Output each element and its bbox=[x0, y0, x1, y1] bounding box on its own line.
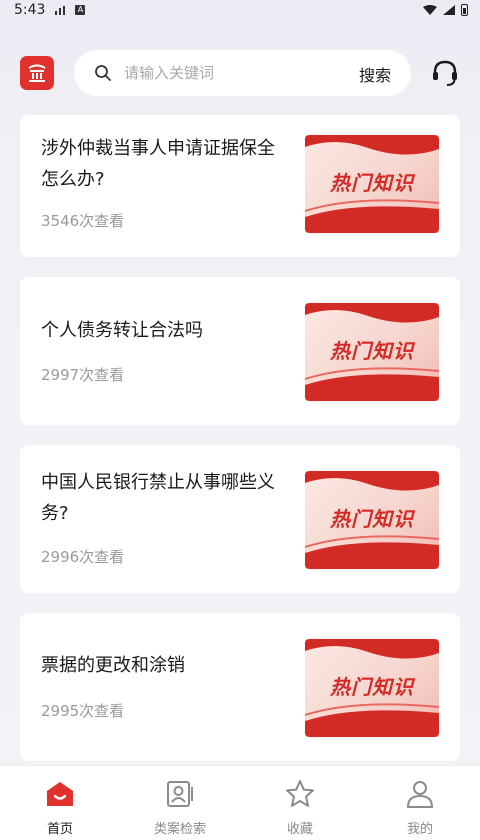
article-thumbnail: 热门知识 bbox=[305, 471, 439, 569]
article-views: 2996次查看 bbox=[41, 548, 125, 566]
notification-a-icon: A bbox=[75, 5, 86, 15]
search-icon bbox=[95, 65, 111, 81]
battery-icon bbox=[461, 4, 468, 16]
thumbnail-text: 热门知识 bbox=[330, 675, 414, 699]
article-card[interactable]: 涉外仲裁当事人申请证据保全怎么办? 3546次查看 热门知识 bbox=[20, 115, 460, 257]
article-card[interactable]: 个人债务转让合法吗 2997次查看 热门知识 bbox=[20, 277, 460, 425]
article-thumbnail: 热门知识 bbox=[305, 135, 439, 233]
article-views: 2995次查看 bbox=[41, 702, 125, 720]
thumbnail-text: 热门知识 bbox=[330, 171, 414, 195]
article-thumbnail: 热门知识 bbox=[305, 639, 439, 737]
tab-label: 收藏 bbox=[286, 822, 313, 837]
article-title: 中国人民银行禁止从事哪些义务? bbox=[41, 472, 275, 524]
tab-home[interactable]: 首页 bbox=[0, 766, 120, 840]
cell-signal-icon bbox=[443, 5, 455, 15]
search-bar[interactable]: 搜索 bbox=[74, 50, 411, 96]
home-icon bbox=[47, 782, 73, 806]
article-views: 2997次查看 bbox=[41, 366, 125, 384]
article-title: 票据的更改和涂销 bbox=[41, 655, 185, 676]
tab-label: 首页 bbox=[46, 822, 73, 837]
signal-bars-icon bbox=[55, 5, 66, 15]
tab-profile[interactable]: 我的 bbox=[360, 766, 480, 840]
star-icon bbox=[286, 780, 314, 807]
article-title: 个人债务转让合法吗 bbox=[41, 320, 203, 341]
article-card[interactable]: 中国人民银行禁止从事哪些义务? 2996次查看 热门知识 bbox=[20, 445, 460, 593]
thumbnail-text: 热门知识 bbox=[330, 339, 414, 363]
thumbnail-text: 热门知识 bbox=[330, 507, 414, 531]
tab-favorites[interactable]: 收藏 bbox=[240, 766, 360, 840]
status-time: 5:43 bbox=[14, 2, 46, 18]
status-bar: 5:43 A bbox=[0, 0, 480, 20]
case-search-icon bbox=[167, 781, 193, 807]
customer-service-icon[interactable] bbox=[430, 58, 460, 88]
tab-label: 我的 bbox=[406, 822, 433, 837]
court-logo-icon bbox=[28, 64, 46, 82]
bottom-tab-bar: 首页 类案检索 收藏 我的 bbox=[0, 765, 480, 840]
article-thumbnail: 热门知识 bbox=[305, 303, 439, 401]
app-logo[interactable] bbox=[20, 56, 54, 90]
article-card[interactable]: 票据的更改和涂销 2995次查看 热门知识 bbox=[20, 613, 460, 761]
article-title: 涉外仲裁当事人申请证据保全怎么办? bbox=[41, 138, 275, 190]
article-views: 3546次查看 bbox=[41, 212, 125, 230]
tab-label: 类案检索 bbox=[153, 822, 206, 837]
header: 搜索 bbox=[0, 48, 480, 100]
search-input[interactable] bbox=[124, 64, 344, 82]
search-button[interactable]: 搜索 bbox=[359, 62, 391, 86]
wifi-icon bbox=[423, 5, 437, 15]
tab-case-search[interactable]: 类案检索 bbox=[120, 766, 240, 840]
user-icon bbox=[406, 781, 434, 808]
